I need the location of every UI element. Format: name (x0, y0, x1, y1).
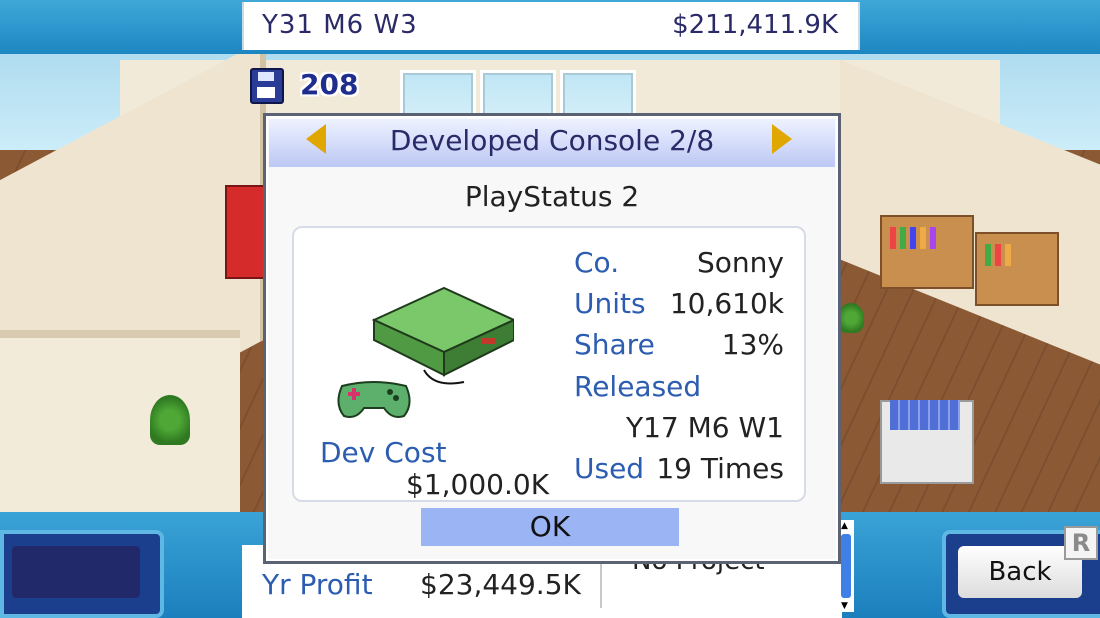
company-value: Sonny (697, 246, 784, 279)
used-label: Used (574, 452, 645, 485)
potted-plant (838, 303, 864, 333)
menu-button[interactable] (0, 530, 164, 618)
share-label: Share (574, 328, 655, 361)
ok-button[interactable]: OK (421, 508, 679, 546)
controller-icon (337, 381, 411, 418)
console-dialog: Developed Console 2/8 PlayStatus 2 Co. S… (263, 113, 841, 564)
partition-wall (0, 330, 240, 528)
company-label: Co. (574, 246, 620, 279)
yr-profit-value: $23,449.5K (420, 568, 581, 601)
potted-plant (150, 395, 190, 445)
share-value: 13% (721, 328, 784, 361)
bookshelf (975, 232, 1059, 306)
units-value: 10,610k (669, 287, 784, 320)
floppy-disk-icon (250, 68, 284, 104)
menu-button-face[interactable] (12, 546, 140, 598)
units-label: Units (574, 287, 646, 320)
top-status-bar (0, 0, 1100, 54)
game-date: Y31 M6 W3 (262, 10, 418, 40)
funds-display: $211,411.9K (672, 10, 838, 40)
arrow-right-icon[interactable] (772, 124, 792, 154)
bookshelf (880, 215, 974, 289)
book-stack (890, 400, 960, 430)
research-points: 208 (300, 68, 359, 101)
scrollbar-thumb[interactable] (841, 534, 851, 598)
arrow-left-icon[interactable] (306, 124, 326, 154)
r-badge: R (1064, 526, 1098, 560)
dialog-title: Developed Console 2/8 (389, 124, 715, 157)
released-label: Released (574, 370, 702, 403)
dev-cost-value: $1,000.0K (406, 468, 550, 501)
used-value: 19 Times (656, 452, 784, 485)
console-name: PlayStatus 2 (464, 180, 640, 213)
scroll-up-icon[interactable]: ▲ (841, 521, 848, 531)
console-info-box: Co. Sonny Units 10,610k Share 13% Releas… (292, 226, 806, 502)
scroll-down-icon[interactable]: ▼ (841, 601, 848, 611)
dev-cost-label: Dev Cost (320, 436, 447, 469)
released-value: Y17 M6 W1 (625, 411, 784, 444)
yr-profit-label: Yr Profit (262, 568, 373, 601)
